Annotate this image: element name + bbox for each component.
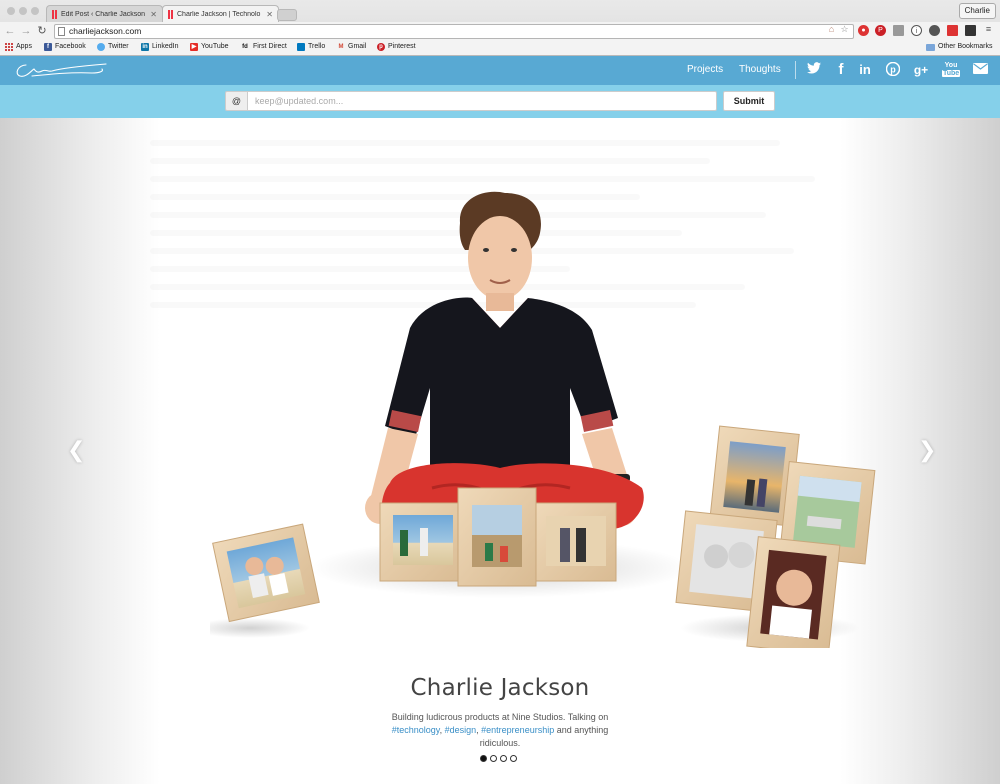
carousel-dot-4[interactable]	[510, 755, 517, 762]
carousel-dot-3[interactable]	[500, 755, 507, 762]
cast-icon[interactable]	[893, 25, 904, 36]
newsletter-bar: @ Submit	[0, 85, 1000, 118]
tab-title: Edit Post ‹ Charlie Jackson	[61, 10, 146, 18]
carousel-prev-arrow[interactable]: ❮	[67, 438, 85, 463]
page-icon	[58, 27, 65, 36]
trello-icon	[297, 43, 305, 51]
hero-bio: Building ludicrous products at Nine Stud…	[391, 712, 609, 748]
close-tab-icon[interactable]: ✕	[266, 10, 273, 19]
gmail-icon: M	[338, 44, 344, 50]
close-window-icon[interactable]	[7, 7, 15, 15]
submit-button[interactable]: Submit	[723, 91, 775, 111]
browser-chrome: Edit Post ‹ Charlie Jackson ✕ Charlie Ja…	[0, 0, 1000, 56]
minimize-window-icon[interactable]	[19, 7, 27, 15]
tag-link-technology[interactable]: #technology	[392, 725, 440, 735]
site-header: Projects Thoughts f in p g+ You Tube	[0, 56, 1000, 85]
tab-title: Charlie Jackson | Technolo	[177, 10, 261, 18]
menu-icon[interactable]: ≡	[983, 24, 994, 35]
at-addon: @	[225, 91, 247, 111]
bio-text: Building ludicrous products at Nine Stud…	[391, 712, 609, 722]
favicon-icon	[52, 9, 57, 19]
folder-icon	[926, 43, 935, 51]
maximize-window-icon[interactable]	[31, 7, 39, 15]
forward-icon[interactable]: →	[20, 24, 32, 38]
url-text: charliejackson.com	[69, 26, 142, 36]
info-extension-icon[interactable]: i	[911, 25, 922, 36]
pocket-icon[interactable]	[947, 25, 958, 36]
pinterest-icon[interactable]: p	[884, 61, 902, 78]
email-icon[interactable]	[971, 62, 989, 78]
bookmark-youtube[interactable]: ▶ YouTube	[190, 42, 229, 52]
bookmark-linkedin[interactable]: in LinkedIn	[141, 42, 178, 52]
email-input[interactable]	[247, 91, 717, 111]
new-tab-button[interactable]	[277, 9, 297, 21]
signature-logo[interactable]	[12, 60, 108, 80]
bookmark-facebook[interactable]: f Facebook	[44, 42, 86, 52]
tab-strip: Edit Post ‹ Charlie Jackson ✕ Charlie Ja…	[0, 0, 1000, 22]
browser-tab-edit-post[interactable]: Edit Post ‹ Charlie Jackson ✕	[46, 5, 163, 22]
bookmark-label: Pinterest	[388, 43, 416, 50]
twitter-icon[interactable]	[805, 62, 823, 78]
nav-divider	[795, 61, 796, 79]
bookmark-label: Facebook	[55, 43, 86, 50]
pinterest-icon: p	[377, 43, 385, 51]
house-extension-icon[interactable]: ⌂	[826, 24, 837, 35]
bookmarks-bar: Apps f Facebook Twitter in LinkedIn ▶ Yo…	[0, 40, 1000, 55]
bookmark-first-direct[interactable]: fd First Direct	[240, 42, 287, 52]
reload-icon[interactable]: ↻	[36, 24, 48, 38]
facebook-icon[interactable]: f	[832, 62, 850, 78]
bookmark-trello[interactable]: Trello	[297, 42, 325, 52]
apps-grid-icon	[5, 43, 13, 51]
youtube-icon[interactable]: You Tube	[942, 62, 961, 78]
adblock-icon[interactable]: ●	[858, 25, 869, 36]
hero-portrait-image	[210, 191, 876, 648]
bookmark-label: Other Bookmarks	[938, 43, 993, 50]
svg-text:p: p	[890, 65, 896, 75]
twitter-icon	[97, 43, 105, 51]
bookmark-label: Twitter	[108, 43, 129, 50]
browser-tab-charlie-jackson[interactable]: Charlie Jackson | Technolo ✕	[162, 5, 279, 22]
linkedin-icon[interactable]: in	[856, 62, 874, 78]
bookmark-label: LinkedIn	[152, 43, 179, 50]
linkedin-icon: in	[141, 43, 149, 51]
bookmark-other[interactable]: Other Bookmarks	[926, 42, 992, 52]
bookmark-pinterest[interactable]: p Pinterest	[377, 42, 416, 52]
facebook-icon: f	[44, 43, 52, 51]
tag-link-entrepreneurship[interactable]: #entrepreneurship	[481, 725, 554, 735]
youtube-icon: ▶	[190, 43, 198, 51]
hero-name: Charlie Jackson	[410, 675, 590, 701]
carousel-indicators	[480, 755, 517, 762]
carousel-dot-1[interactable]	[480, 755, 487, 762]
browser-toolbar: ← → ↻ charliejackson.com ⌂ ☆ ● P i ≡	[0, 22, 1000, 40]
tag-link-design[interactable]: #design	[445, 725, 477, 735]
address-bar[interactable]: charliejackson.com	[54, 24, 854, 39]
back-icon[interactable]: ←	[4, 24, 16, 38]
favicon-icon	[168, 9, 173, 19]
evernote-icon[interactable]	[929, 25, 940, 36]
close-tab-icon[interactable]: ✕	[150, 10, 157, 19]
bookmark-label: Gmail	[348, 43, 367, 50]
carousel-dot-2[interactable]	[490, 755, 497, 762]
bookmark-apps[interactable]: Apps	[5, 42, 32, 52]
bookmark-label: Apps	[16, 43, 32, 50]
pinterest-extension-icon[interactable]: P	[875, 25, 886, 36]
bookmark-label: Trello	[308, 43, 326, 50]
bookmark-label: YouTube	[201, 43, 229, 50]
nav-projects[interactable]: Projects	[687, 64, 723, 75]
bookmark-gmail[interactable]: M Gmail	[337, 42, 367, 52]
google-plus-icon[interactable]: g+	[912, 62, 930, 78]
buffer-icon[interactable]	[965, 25, 976, 36]
first-direct-icon: fd	[242, 44, 248, 50]
bookmark-label: First Direct	[253, 43, 287, 50]
carousel-next-arrow[interactable]: ❯	[918, 438, 936, 463]
bookmark-star-icon[interactable]: ☆	[839, 24, 850, 35]
hero-carousel: ❮ ❯ Charlie Jackson Building ludicrous p…	[0, 118, 1000, 784]
profile-button[interactable]: Charlie	[958, 3, 996, 19]
bookmark-twitter[interactable]: Twitter	[97, 42, 129, 52]
nav-thoughts[interactable]: Thoughts	[739, 64, 781, 75]
